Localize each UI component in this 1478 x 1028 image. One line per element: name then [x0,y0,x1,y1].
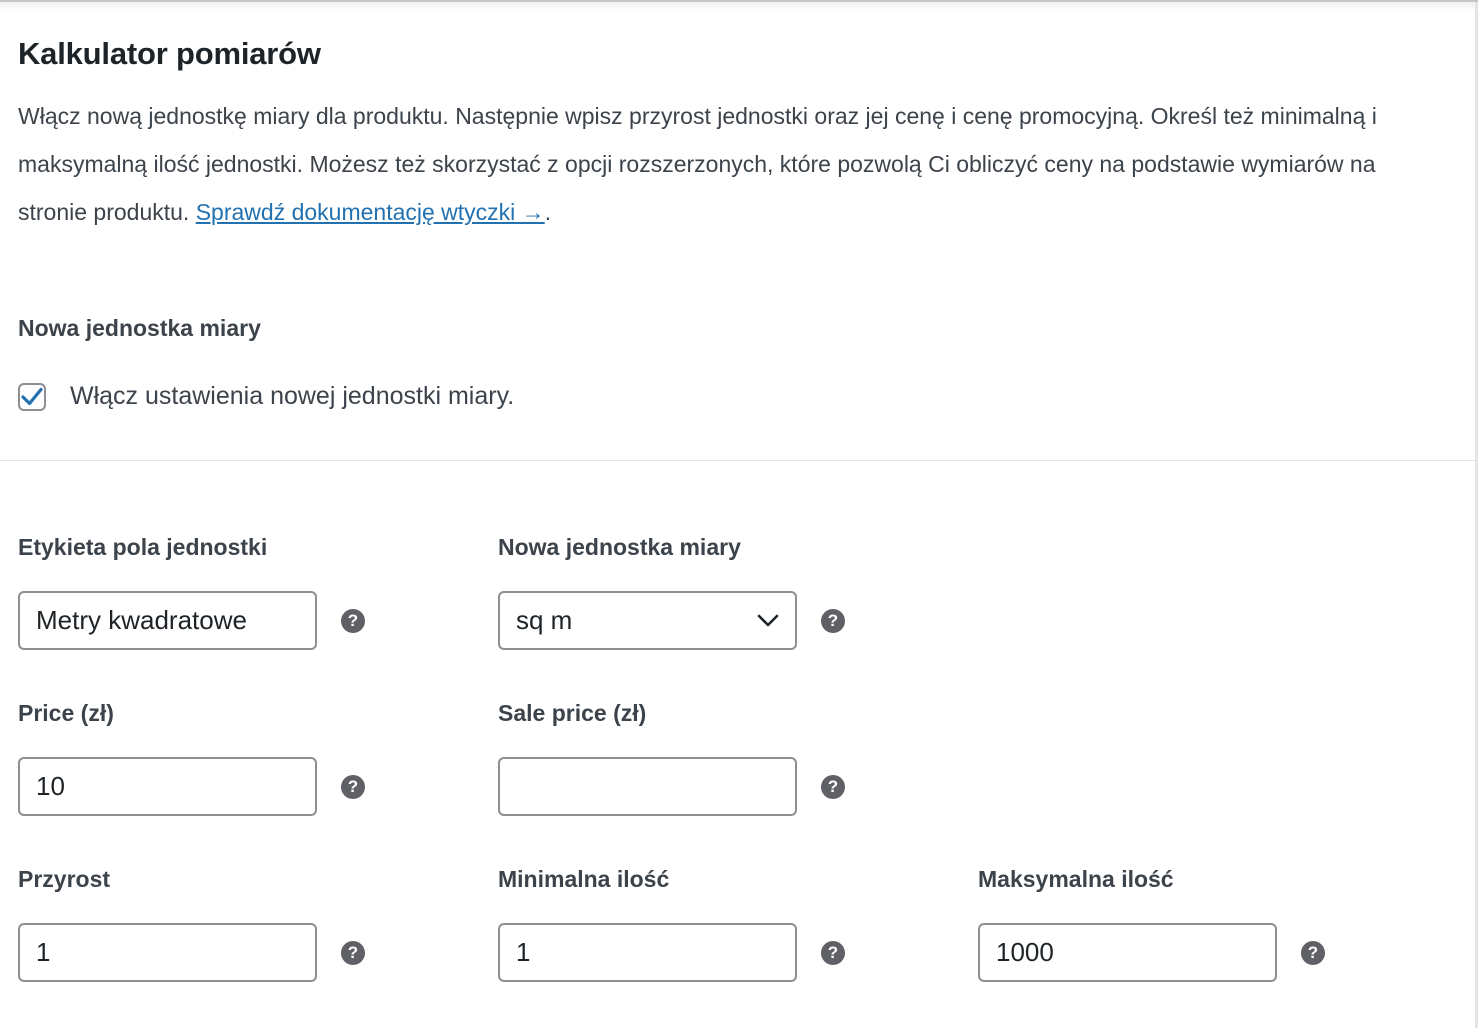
increment-field: Przyrost ? [18,864,438,982]
checkmark-icon [21,387,43,405]
top-shadow [0,2,1478,12]
max-quantity-field-label: Maksymalna ilość [978,866,1174,892]
help-icon[interactable]: ? [821,774,845,799]
unit-field-row: sq m ? [498,591,845,650]
price-field-label: Price (zł) [18,700,114,726]
unit-select-value: sq m [516,605,573,635]
unit-label-field-label: Etykieta pola jednostki [18,534,268,560]
new-unit-section-label: Nowa jednostka miary [18,315,261,341]
min-quantity-field-label: Minimalna ilość [498,866,670,892]
increment-field-row: ? [18,923,365,982]
sale-price-input[interactable] [498,757,797,816]
section-divider [0,460,1475,461]
max-quantity-field-row: ? [978,923,1325,982]
help-icon[interactable]: ? [821,608,845,633]
measurement-calculator-panel: Kalkulator pomiarów Włącz nową jednostkę… [0,0,1478,1028]
unit-label-field: Etykieta pola jednostki ? [18,532,438,650]
min-quantity-field-row: ? [498,923,845,982]
max-quantity-field: Maksymalna ilość ? [978,864,1398,982]
price-input[interactable] [18,757,317,816]
unit-field-label: Nowa jednostka miary [498,534,741,560]
help-icon[interactable]: ? [1301,940,1325,965]
unit-select[interactable]: sq m [498,591,797,650]
help-icon[interactable]: ? [821,940,845,965]
unit-label-input[interactable] [18,591,317,650]
chevron-down-icon [757,614,779,626]
help-icon[interactable]: ? [341,774,365,799]
sale-price-field-row: ? [498,757,845,816]
help-icon[interactable]: ? [341,940,365,965]
panel-title: Kalkulator pomiarów [18,36,321,71]
min-quantity-input[interactable] [498,923,797,982]
enable-unit-checkbox[interactable] [18,382,46,411]
enable-unit-row[interactable]: Włącz ustawienia nowej jednostki miary. [18,382,514,411]
sale-price-field-label: Sale price (zł) [498,700,647,726]
increment-input[interactable] [18,923,317,982]
price-field: Price (zł) ? [18,698,438,816]
price-field-row: ? [18,757,365,816]
increment-field-label: Przyrost [18,866,111,892]
min-quantity-field: Minimalna ilość ? [498,864,918,982]
unit-label-field-row: ? [18,591,365,650]
description-period: . [544,199,552,225]
enable-unit-checkbox-label[interactable]: Włącz ustawienia nowej jednostki miary. [70,382,514,411]
panel-description: Włącz nową jednostkę miary dla produktu.… [18,92,1438,236]
unit-field: Nowa jednostka miary sq m ? [498,532,918,650]
max-quantity-input[interactable] [978,923,1277,982]
sale-price-field: Sale price (zł) ? [498,698,918,816]
documentation-link[interactable]: Sprawdź dokumentację wtyczki → [196,199,545,225]
help-icon[interactable]: ? [341,608,365,633]
